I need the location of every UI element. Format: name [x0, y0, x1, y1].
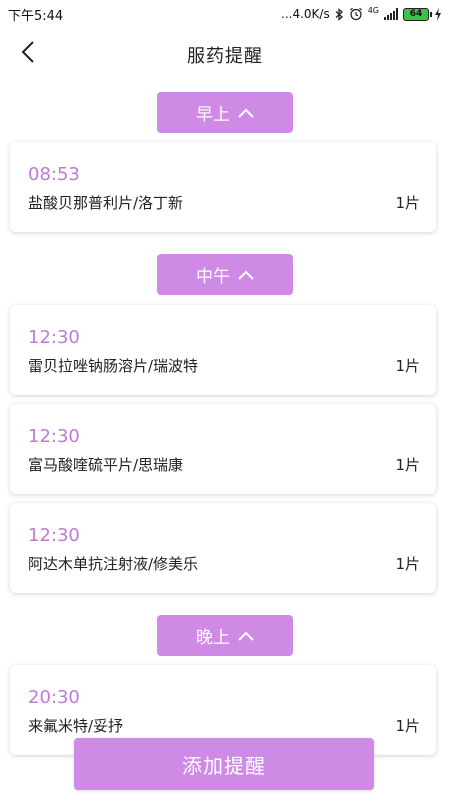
reminder-time: 08:53: [28, 164, 80, 185]
reminder-time: 12:30: [28, 327, 80, 348]
network-type: 4G: [367, 6, 379, 15]
reminder-card[interactable]: 12:30 富马酸喹硫平片/思瑞康 1片: [10, 404, 436, 494]
section-toggle-evening[interactable]: 晚上: [157, 615, 293, 656]
section-label: 晚上: [196, 628, 230, 648]
battery-icon: 64: [403, 7, 432, 21]
chevron-left-icon: [21, 41, 35, 67]
status-time: 下午5:44: [8, 8, 64, 24]
charging-icon: [434, 7, 442, 21]
section-label: 中午: [196, 267, 230, 287]
reminder-card[interactable]: 08:53 盐酸贝那普利片/洛丁新 1片: [10, 142, 436, 232]
battery-level: 64: [409, 9, 423, 19]
status-icons: ...4.0K/s 4G 64: [281, 7, 442, 21]
chevron-up-icon: [238, 265, 254, 285]
page-title: 服药提醒: [187, 46, 263, 67]
signal-icon: [384, 8, 398, 20]
medicine-name: 富马酸喹硫平片/思瑞康: [28, 456, 184, 474]
add-reminder-button[interactable]: 添加提醒: [74, 738, 374, 790]
medicine-name: 盐酸贝那普利片/洛丁新: [28, 194, 184, 212]
app-header: 服药提醒: [0, 28, 450, 82]
medicine-name: 来氟米特/妥抒: [28, 717, 124, 735]
dosage-quantity: 1片: [395, 357, 420, 375]
reminder-card[interactable]: 12:30 阿达木单抗注射液/修美乐 1片: [10, 503, 436, 593]
section-toggle-noon[interactable]: 中午: [157, 254, 293, 295]
reminder-time: 20:30: [28, 687, 80, 708]
reminder-time: 12:30: [28, 525, 80, 546]
back-button[interactable]: [14, 40, 42, 68]
chevron-up-icon: [238, 626, 254, 646]
bluetooth-icon: [335, 7, 344, 21]
status-bar: 下午5:44 ...4.0K/s 4G 64: [0, 0, 450, 28]
medicine-name: 阿达木单抗注射液/修美乐: [28, 555, 199, 573]
network-speed: ...4.0K/s: [281, 7, 330, 21]
reminder-card[interactable]: 12:30 雷贝拉唑钠肠溶片/瑞波特 1片: [10, 305, 436, 395]
medicine-name: 雷贝拉唑钠肠溶片/瑞波特: [28, 357, 199, 375]
dosage-quantity: 1片: [395, 194, 420, 212]
dosage-quantity: 1片: [395, 456, 420, 474]
section-label: 早上: [196, 105, 230, 125]
alarm-icon: [349, 7, 363, 21]
chevron-up-icon: [238, 103, 254, 123]
dosage-quantity: 1片: [395, 555, 420, 573]
section-toggle-morning[interactable]: 早上: [157, 92, 293, 133]
reminder-time: 12:30: [28, 426, 80, 447]
dosage-quantity: 1片: [395, 717, 420, 735]
